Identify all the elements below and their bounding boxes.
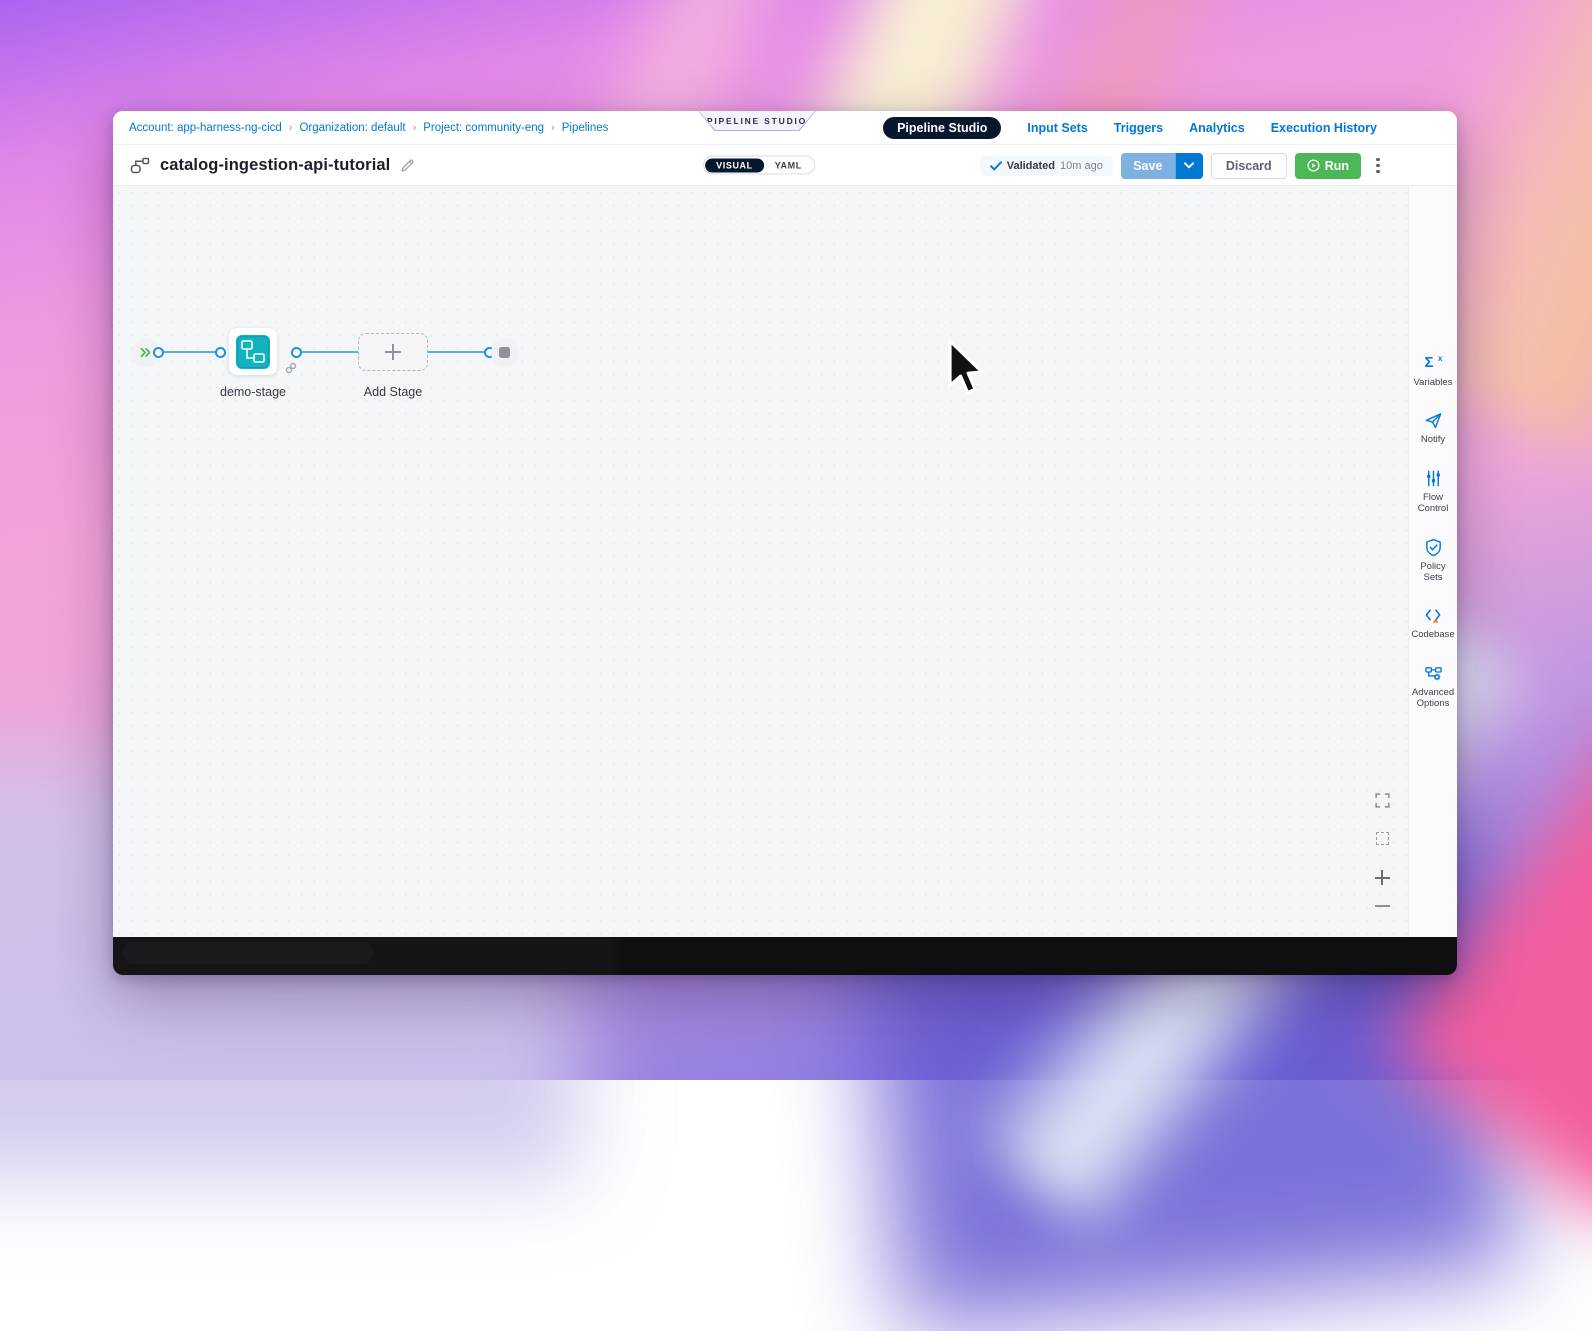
sidebar-item-variables[interactable]: Σx Variables [1409,354,1457,388]
stage-label: demo-stage [220,385,286,399]
pipeline-edge [164,351,216,353]
pipeline-header: catalog-ingestion-api-tutorial VISUAL YA… [113,145,1457,186]
stage-demo-stage[interactable] [229,328,277,375]
tab-execution-history[interactable]: Execution History [1271,121,1377,135]
bottom-dark-bar [113,937,1457,975]
zoom-out-icon [1375,898,1390,913]
edit-pencil-icon[interactable] [400,158,415,173]
validation-status: Validated 10m ago [980,156,1113,176]
check-icon [990,161,1002,171]
breadcrumb-separator: › [551,122,555,134]
top-bar: Account: app-harness-ng-cicd › Organizat… [113,111,1457,145]
save-options-button[interactable] [1175,153,1203,179]
header-actions: Validated 10m ago Save Discard Run [980,145,1385,186]
tab-input-sets[interactable]: Input Sets [1027,121,1087,135]
toggle-yaml[interactable]: YAML [764,158,813,172]
studio-nav-tabs: Pipeline Studio Input Sets Triggers Anal… [883,111,1377,145]
sidebar-item-label: Codebase [1410,629,1456,640]
fullscreen-icon [1374,792,1391,809]
pipeline-studio-badge-label: PIPELINE STUDIO [699,111,815,130]
visual-yaml-toggle: VISUAL YAML [703,156,815,175]
validation-time: 10m ago [1060,160,1103,172]
sidebar-item-label: Advanced Options [1410,687,1456,710]
pipeline-canvas[interactable]: demo-stage Add Stage [113,186,1457,937]
breadcrumb-account-link[interactable]: Account: app-harness-ng-cicd [129,122,282,134]
connector-point[interactable] [215,347,226,358]
run-label: Run [1325,159,1349,173]
validation-label: Validated [1007,160,1055,172]
pipeline-studio-window: Account: app-harness-ng-cicd › Organizat… [113,111,1457,975]
breadcrumb-organization-link[interactable]: Organization: default [299,122,405,134]
zoom-in-icon [1375,870,1390,885]
save-split-button: Save [1121,153,1203,179]
pipeline-icon [129,154,151,176]
studio-right-sidebar: Σx Variables Notify Flow Control Policy … [1408,186,1457,937]
tab-analytics[interactable]: Analytics [1189,121,1245,135]
notify-icon [1424,411,1443,430]
breadcrumb-pipelines-link[interactable]: Pipelines [562,122,609,134]
discard-button[interactable]: Discard [1211,153,1287,179]
stage-link-icon [285,362,297,374]
zoom-out-button[interactable] [1369,898,1395,913]
variables-icon: Σx [1424,354,1443,373]
sidebar-item-flow-control[interactable]: Flow Control [1409,469,1457,515]
start-play-icon [140,347,151,358]
tab-triggers[interactable]: Triggers [1114,121,1163,135]
fit-view-button[interactable] [1369,832,1395,845]
more-options-kebab-icon[interactable] [1371,155,1385,177]
add-stage-button[interactable] [358,333,428,371]
run-button[interactable]: Run [1295,153,1361,179]
pipeline-studio-badge: PIPELINE STUDIO [698,111,816,131]
stop-square-icon [499,347,510,358]
page-title: catalog-ingestion-api-tutorial [160,156,390,175]
chevron-down-icon [1184,162,1194,169]
fullscreen-button[interactable] [1369,792,1395,809]
plus-icon [385,344,401,360]
codebase-icon [1424,606,1443,625]
sidebar-item-codebase[interactable]: Codebase [1409,606,1457,640]
add-stage-label: Add Stage [364,385,422,399]
breadcrumb-project-link[interactable]: Project: community-eng [423,122,544,134]
sidebar-item-label: Variables [1410,377,1456,388]
sidebar-item-advanced-options[interactable]: Advanced Options [1409,664,1457,710]
bottom-bar-highlight [123,942,373,964]
fit-view-icon [1376,832,1389,845]
policy-sets-icon [1424,538,1443,557]
tab-pipeline-studio[interactable]: Pipeline Studio [883,117,1001,139]
sidebar-item-label: Flow Control [1410,492,1456,515]
sidebar-item-label: Policy Sets [1410,561,1456,584]
save-button[interactable]: Save [1121,153,1175,179]
toggle-visual[interactable]: VISUAL [705,158,764,172]
advanced-options-icon [1424,664,1443,683]
connector-point[interactable] [153,347,164,358]
flow-control-icon [1424,469,1443,488]
connector-point[interactable] [291,347,302,358]
breadcrumb-separator: › [413,122,417,134]
run-play-icon [1307,159,1320,172]
sidebar-item-notify[interactable]: Notify [1409,411,1457,445]
custom-stage-icon [236,335,270,369]
sidebar-item-policy-sets[interactable]: Policy Sets [1409,538,1457,584]
pipeline-end-node [491,339,518,366]
breadcrumb: Account: app-harness-ng-cicd › Organizat… [129,122,608,134]
breadcrumb-separator: › [289,122,293,134]
zoom-in-button[interactable] [1369,870,1395,885]
sidebar-item-label: Notify [1410,434,1456,445]
